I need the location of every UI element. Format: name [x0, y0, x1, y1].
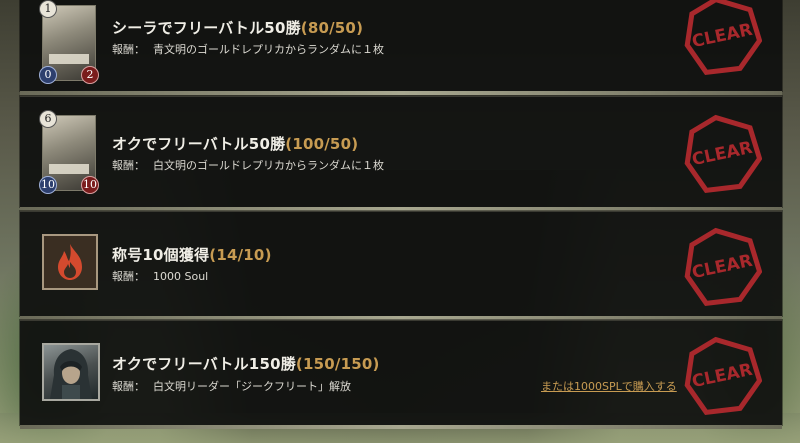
card-cost: 6 — [39, 110, 57, 128]
mission-title-text: 称号10個獲得 — [112, 246, 210, 264]
mission-title: 称号10個獲得(14/10) — [112, 244, 272, 265]
mission-row[interactable]: オクでフリーバトル150勝(150/150) 報酬： 白文明リーダー「ジークフリー… — [20, 320, 782, 429]
card-defense: 2 — [81, 66, 99, 84]
fire-icon — [42, 234, 98, 290]
mission-row[interactable]: 6 10 10 オクでフリーバトル50勝(100/50) 報酬： 白文明のゴールド… — [20, 96, 782, 211]
clear-stamp: CLEAR — [684, 114, 762, 193]
card-attack: 0 — [39, 66, 57, 84]
mission-title: オクでフリーバトル50勝(100/50) — [112, 133, 358, 154]
clear-stamp: CLEAR — [684, 227, 762, 306]
card-thumbnail: 1 0 2 — [39, 0, 99, 84]
mission-progress: (100/50) — [285, 135, 359, 153]
card-thumbnail: 6 10 10 — [39, 110, 99, 194]
mission-progress: (14/10) — [209, 246, 272, 264]
mission-progress: (150/150) — [295, 355, 380, 373]
card-defense: 10 — [81, 176, 99, 194]
clear-stamp-text: CLEAR — [690, 138, 754, 170]
reward-text: 白文明リーダー「ジークフリート」解放 — [153, 380, 351, 393]
mission-reward: 報酬： 白文明リーダー「ジークフリート」解放 — [112, 378, 351, 394]
reward-text: 1000 Soul — [153, 270, 209, 283]
reward-label: 報酬： — [112, 270, 145, 283]
mission-progress: (80/50) — [300, 19, 364, 37]
mission-title: シーラでフリーバトル50勝(80/50) — [112, 17, 363, 38]
clear-stamp-text: CLEAR — [690, 360, 754, 392]
reward-text: 青文明のゴールドレプリカからランダムに１枚 — [153, 43, 384, 56]
mission-reward: 報酬： 1000 Soul — [112, 268, 208, 284]
flame-glyph — [58, 244, 82, 280]
clear-stamp: CLEAR — [684, 336, 762, 415]
mission-title-text: オクでフリーバトル50勝 — [112, 135, 286, 153]
clear-stamp-text: CLEAR — [690, 251, 754, 283]
mission-title-text: シーラでフリーバトル50勝 — [112, 19, 301, 37]
mission-reward: 報酬： 白文明のゴールドレプリカからランダムに１枚 — [112, 157, 384, 173]
mission-row[interactable]: 1 0 2 シーラでフリーバトル50勝(80/50) 報酬： 青文明のゴールドレプ… — [20, 0, 782, 95]
card-attack: 10 — [39, 176, 57, 194]
reward-label: 報酬： — [112, 43, 145, 56]
reward-label: 報酬： — [112, 380, 145, 393]
mission-title: オクでフリーバトル150勝(150/150) — [112, 353, 380, 374]
card-cost: 1 — [39, 0, 57, 18]
reward-text: 白文明のゴールドレプリカからランダムに１枚 — [153, 159, 384, 172]
purchase-with-spl-link[interactable]: または1000SPLで購入する — [541, 378, 677, 394]
card-name-plate — [49, 54, 89, 64]
mission-row[interactable]: 称号10個獲得(14/10) 報酬： 1000 Soul CLEAR — [20, 211, 782, 320]
clear-stamp: CLEAR — [684, 0, 762, 75]
mission-reward: 報酬： 青文明のゴールドレプリカからランダムに１枚 — [112, 41, 384, 57]
reward-label: 報酬： — [112, 159, 145, 172]
hooded-leader-portrait — [42, 343, 100, 401]
hooded-figure-glyph — [50, 349, 92, 399]
mission-title-text: オクでフリーバトル150勝 — [112, 355, 296, 373]
clear-stamp-text: CLEAR — [690, 20, 754, 52]
card-name-plate — [49, 164, 89, 174]
